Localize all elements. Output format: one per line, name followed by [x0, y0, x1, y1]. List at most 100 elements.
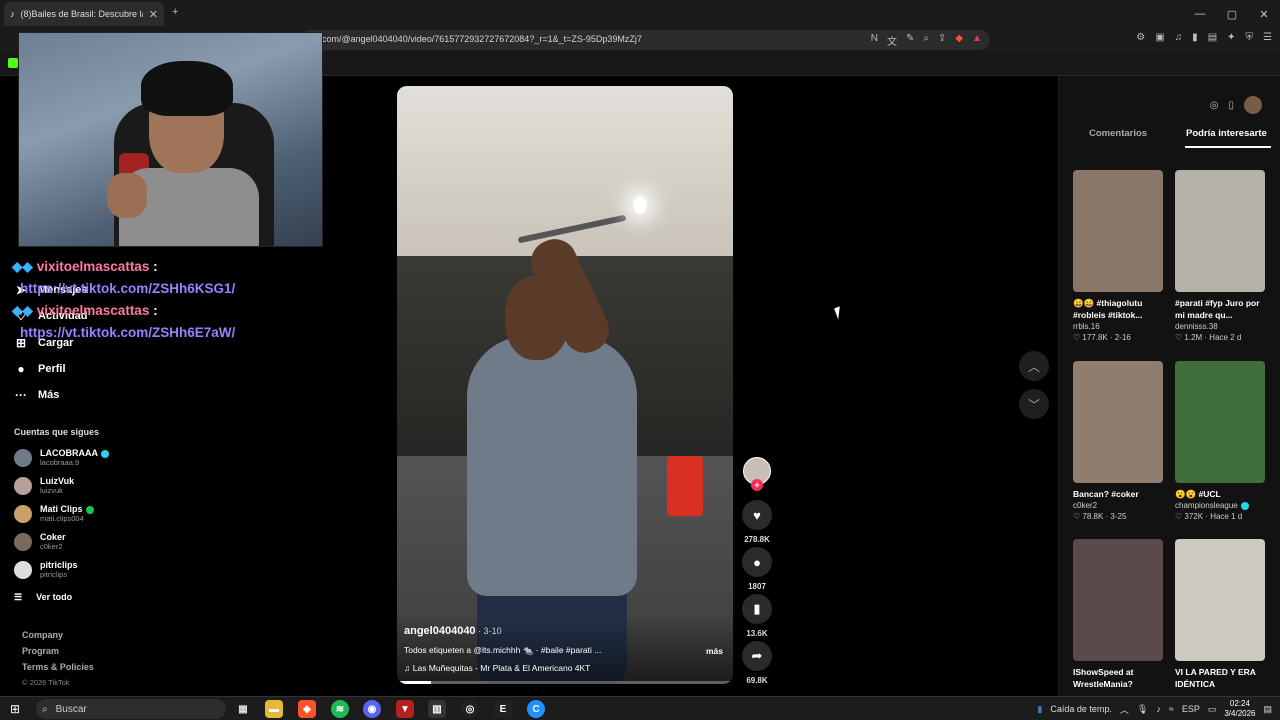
close-window-button[interactable]: ✕ — [1248, 0, 1280, 28]
tab-recommended[interactable]: Podría interesarte — [1186, 128, 1267, 139]
card-stats: ♡ 78.8K · 3-25 — [1073, 512, 1127, 521]
chat-link[interactable]: https://vt.tiktok.com/ZSHh6E7aW/ — [20, 322, 235, 344]
volume-icon[interactable]: ♪ — [1156, 704, 1161, 714]
brave-browser-icon[interactable]: ◆ — [298, 700, 316, 718]
following-account[interactable]: Mati Clips mati.clips004 — [14, 504, 94, 523]
previous-video-button[interactable]: ︿ — [1019, 351, 1049, 381]
language-label[interactable]: ESP — [1182, 704, 1200, 714]
leo-icon[interactable]: ✦ — [1227, 32, 1235, 43]
footer-link-company[interactable]: Company — [22, 630, 63, 640]
comment-button[interactable]: ● — [742, 547, 772, 577]
following-account[interactable]: pitriclips pitriclips — [14, 560, 78, 579]
close-tab-icon[interactable]: ✕ — [149, 8, 158, 21]
wallet-icon[interactable]: ▣ — [1155, 32, 1164, 43]
extensions-icon[interactable]: ⚙ — [1136, 32, 1145, 43]
recommended-card[interactable]: IShowSpeed at WrestleMania? — [1073, 539, 1165, 690]
kick-bookmark-icon[interactable] — [8, 58, 18, 68]
task-view-icon[interactable]: ▦ — [234, 700, 252, 718]
share-icon[interactable]: ⇪ — [938, 33, 946, 48]
video-author[interactable]: angel0404040 · 3-10 — [404, 625, 502, 637]
minimize-button[interactable]: — — [1184, 0, 1216, 28]
card-author[interactable]: dennisss.38 — [1175, 322, 1267, 331]
new-tab-button[interactable]: + — [172, 6, 178, 18]
translate-icon[interactable]: 文 — [887, 33, 897, 48]
maximize-button[interactable]: ▢ — [1216, 0, 1248, 28]
notifications-icon[interactable]: ▤ — [1263, 704, 1272, 715]
comment-count: 1807 — [748, 582, 766, 591]
video-player[interactable]: angel0404040 · 3-10 Todos etiqueten a @l… — [397, 86, 733, 684]
like-button[interactable]: ♥ — [742, 500, 772, 530]
brave-shield-icon[interactable]: ◆ — [955, 33, 963, 48]
mic-icon[interactable]: 🎙 — [1137, 704, 1148, 715]
following-account[interactable]: LACOBRAAA lacobraaa.9 — [14, 448, 109, 467]
discord-icon[interactable]: ◉ — [363, 700, 381, 718]
wifi-icon[interactable]: ≈ — [1169, 704, 1174, 714]
windows-start-icon[interactable]: ⊞ — [10, 702, 20, 716]
sidebar-item-more[interactable]: ··· Más — [14, 388, 59, 402]
card-stats: ♡ 1.2M · Hace 2 d — [1175, 333, 1242, 342]
epic-games-icon[interactable]: E — [494, 700, 512, 718]
recommended-card[interactable]: #parati #fyp Juro por mi madre qu... den… — [1175, 170, 1267, 342]
menu-icon[interactable]: ☰ — [1263, 32, 1272, 43]
vpn-icon[interactable]: ⛨ — [1246, 32, 1254, 43]
follow-plus-icon[interactable]: + — [751, 479, 763, 491]
compass-icon[interactable]: ◎ — [1210, 100, 1219, 111]
taskbar-search[interactable]: ⌕ Buscar — [36, 699, 226, 719]
video-thumbnail[interactable] — [1073, 539, 1163, 661]
video-music[interactable]: ♫ Las Muñequitas - Mr Plata & El America… — [404, 663, 590, 673]
weather-text[interactable]: Caída de temp. — [1050, 704, 1112, 714]
video-thumbnail[interactable] — [1175, 170, 1265, 292]
card-author[interactable]: rrbls.16 — [1073, 322, 1165, 331]
card-author[interactable]: championsleague — [1175, 501, 1267, 510]
sidebar-icon[interactable]: ▮ — [1192, 32, 1198, 43]
share-button[interactable]: ➦ — [742, 641, 772, 671]
url-text[interactable]: com/@angel0404040/video/7615772932727672… — [322, 34, 642, 44]
video-thumbnail[interactable] — [1073, 361, 1163, 483]
card-author[interactable]: c0ker2 — [1073, 501, 1165, 510]
user-avatar[interactable] — [1244, 96, 1262, 114]
zoom-icon[interactable]: ⌕ — [923, 33, 929, 48]
obs-icon[interactable]: ◎ — [461, 700, 479, 718]
save-button[interactable]: ▮ — [742, 594, 772, 624]
video-thumbnail[interactable] — [1175, 539, 1265, 661]
clock-time: 02:24 — [1229, 699, 1250, 708]
following-account[interactable]: Coker c0ker2 — [14, 532, 66, 551]
network-icon[interactable]: ▭ — [1208, 704, 1217, 715]
browser-tab[interactable]: ♪ (8)Bailes de Brasil: Descubre las ✕ — [4, 2, 164, 26]
recommended-card[interactable]: 😮😮 #UCL championsleague ♡ 372K · Hace 1 … — [1175, 361, 1267, 521]
media-icon[interactable]: ♫ — [1175, 32, 1183, 43]
clock[interactable]: 02:24 3/4/2026 — [1224, 699, 1255, 719]
footer-link-program[interactable]: Program — [22, 646, 59, 656]
reader-icon[interactable]: Ν — [871, 33, 878, 48]
clock-date: 3/4/2026 — [1224, 709, 1256, 718]
next-video-button[interactable]: ﹀ — [1019, 389, 1049, 419]
footer-link-terms[interactable]: Terms & Policies — [22, 662, 94, 672]
tray-chevron-icon[interactable]: ︿ — [1120, 703, 1129, 716]
video-progress-bar[interactable] — [397, 681, 733, 684]
sidebar-item-profile[interactable]: ● Perfil — [14, 362, 65, 376]
rewards-icon[interactable]: ▲ — [972, 33, 982, 48]
caption-more-button[interactable]: más — [706, 646, 723, 656]
address-bar[interactable]: com/@angel0404040/video/7615772932727672… — [300, 30, 990, 50]
edit-icon[interactable]: ✎ — [906, 33, 914, 48]
app-icon[interactable]: C — [527, 700, 545, 718]
see-all-link[interactable]: ☰ Ver todo — [14, 592, 72, 603]
recommended-card[interactable]: VI LA PARED Y ERA IDÉNTICA — [1175, 539, 1267, 690]
following-account[interactable]: LuizVuk luizvuk — [14, 476, 74, 495]
chat-link[interactable]: https://vt.tiktok.com/ZSHh6KSG1/ — [20, 278, 235, 300]
window-controls: — ▢ ✕ — [1184, 0, 1280, 28]
following-title: Cuentas que sigues — [14, 427, 100, 437]
video-thumbnail[interactable] — [1073, 170, 1163, 292]
recommended-card[interactable]: Bancan? #coker c0ker2 ♡ 78.8K · 3-25 — [1073, 361, 1165, 521]
file-explorer-icon[interactable]: ▬ — [265, 700, 283, 718]
streamdeck-icon[interactable]: ▥ — [428, 700, 446, 718]
phone-icon[interactable]: ▯ — [1228, 100, 1234, 111]
wallet2-icon[interactable]: ▤ — [1208, 32, 1217, 43]
video-thumbnail[interactable] — [1175, 361, 1265, 483]
recommended-card[interactable]: 😄😄 #thiagolutu #robleis #tiktok... rrbls… — [1073, 170, 1165, 342]
chevron-down-icon: ﹀ — [1027, 397, 1040, 412]
spotify-icon[interactable]: ≋ — [331, 700, 349, 718]
tab-comments[interactable]: Comentarios — [1089, 128, 1147, 139]
bookmark-icon: ▮ — [753, 601, 761, 616]
voice-mod-icon[interactable]: ▼ — [396, 700, 414, 718]
